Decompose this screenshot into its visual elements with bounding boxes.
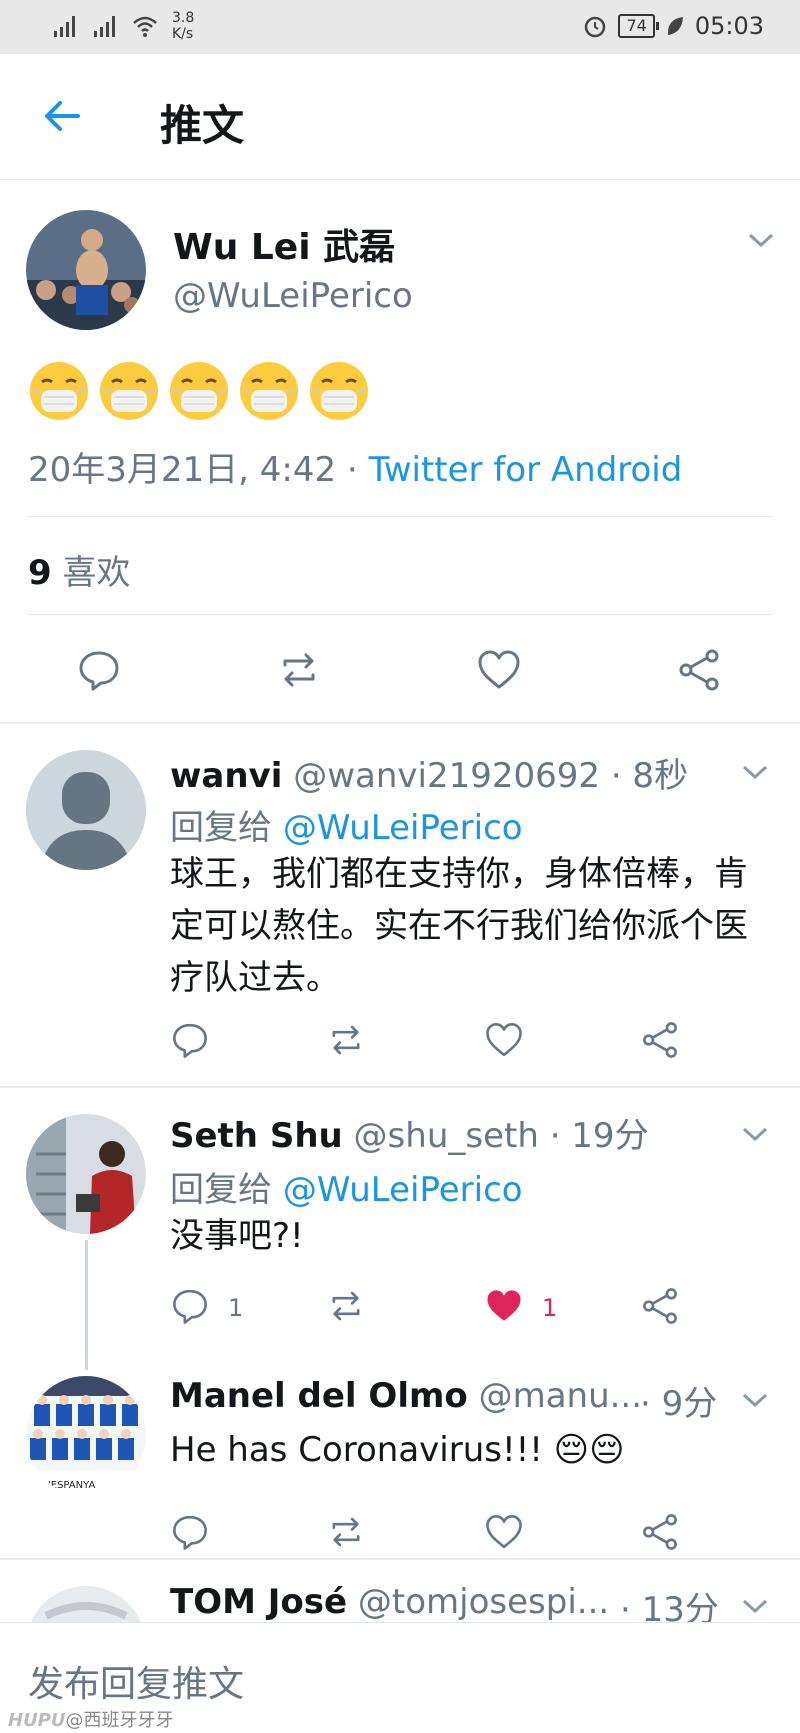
face-with-mask-emoji bbox=[170, 362, 228, 420]
reply-to-label: 回复给 bbox=[170, 808, 283, 848]
reply-to-mention[interactable]: @WuLeiPerico bbox=[283, 808, 523, 848]
reply-time: · 13分 bbox=[620, 1590, 719, 1622]
retweet-icon[interactable] bbox=[276, 647, 322, 693]
chevron-down-icon[interactable] bbox=[746, 230, 776, 250]
default-avatar[interactable] bbox=[26, 750, 146, 870]
liked-heart-icon[interactable] bbox=[484, 1286, 524, 1326]
reply-text: He has Coronavirus!!! 😔😔 bbox=[170, 1430, 625, 1470]
face-with-mask-emoji bbox=[30, 362, 88, 420]
likes-label: 喜欢 bbox=[51, 553, 131, 593]
reply-author-name[interactable]: Manel del Olmo bbox=[170, 1376, 468, 1416]
reply-tweet[interactable]: TOM José @tomjosespi... · 13分 bbox=[0, 1560, 800, 1622]
reply-icon[interactable] bbox=[170, 1286, 210, 1326]
share-icon[interactable] bbox=[676, 647, 722, 693]
reply-text: 没事吧?! bbox=[170, 1216, 304, 1256]
author-name[interactable]: Wu Lei 武磊 bbox=[173, 218, 395, 270]
author-handle[interactable]: @WuLeiPerico bbox=[173, 276, 413, 316]
share-icon[interactable] bbox=[640, 1286, 680, 1326]
reply-icon[interactable] bbox=[170, 1020, 210, 1060]
reply-avatar[interactable] bbox=[26, 1114, 146, 1234]
reply-header: Manel del Olmo @manu... bbox=[170, 1376, 642, 1416]
tweet-meta: 20年3月21日, 4:42 · Twitter for Android bbox=[28, 442, 682, 491]
chevron-down-icon[interactable] bbox=[740, 762, 770, 782]
reply-author-handle[interactable]: @manu... bbox=[468, 1376, 643, 1416]
divider bbox=[28, 516, 772, 517]
reply-time: · 9分 bbox=[640, 1384, 718, 1424]
reply-icon[interactable] bbox=[170, 1512, 210, 1552]
divider bbox=[28, 614, 772, 615]
reply-compose-placeholder[interactable]: 发布回复推文 bbox=[28, 1655, 244, 1707]
leaf-icon bbox=[667, 17, 683, 35]
retweet-icon[interactable] bbox=[326, 1286, 366, 1326]
alarm-icon bbox=[585, 16, 606, 38]
divider bbox=[0, 722, 800, 724]
network-speed: 3.8 K/s bbox=[172, 10, 194, 42]
reply-author-handle[interactable]: @tomjosespi... bbox=[347, 1582, 609, 1622]
author-avatar[interactable] bbox=[26, 210, 146, 330]
svg-text:'ESPANYA: 'ESPANYA bbox=[48, 1480, 95, 1491]
clock-time: 05:03 bbox=[694, 12, 764, 40]
network-speed-value: 3.8 bbox=[172, 10, 195, 26]
reply-to-mention[interactable]: @WuLeiPerico bbox=[283, 1170, 523, 1210]
share-icon[interactable] bbox=[640, 1512, 680, 1552]
reply-author-name[interactable]: wanvi bbox=[170, 756, 282, 796]
battery-level: 74 bbox=[618, 14, 660, 38]
reply-avatar[interactable] bbox=[26, 1586, 146, 1622]
reply-to-label: 回复给 bbox=[170, 1170, 283, 1210]
reply-author-name[interactable]: TOM José bbox=[170, 1582, 347, 1622]
signal-roaming-icon bbox=[94, 16, 115, 37]
status-bar: 3.8 K/s 74 05:03 bbox=[0, 0, 800, 54]
reply-author-handle[interactable]: @shu_seth · 19分 bbox=[343, 1116, 649, 1156]
like-heart-icon[interactable] bbox=[484, 1020, 524, 1060]
network-speed-unit: K/s bbox=[172, 26, 194, 42]
face-with-mask-emoji bbox=[100, 362, 158, 420]
like-heart-icon[interactable] bbox=[476, 647, 522, 693]
reply-count: 1 bbox=[228, 1294, 244, 1322]
chevron-down-icon[interactable] bbox=[740, 1390, 770, 1410]
divider bbox=[0, 1086, 800, 1088]
reply-author-handle[interactable]: @wanvi21920692 · 8秒 bbox=[282, 756, 688, 796]
reply-to-line: 回复给 @WuLeiPerico bbox=[170, 800, 523, 849]
signal-icon bbox=[54, 16, 75, 37]
reply-icon[interactable] bbox=[76, 647, 122, 693]
tweet-content bbox=[28, 360, 370, 422]
retweet-icon[interactable] bbox=[326, 1512, 366, 1552]
reply-to-line: 回复给 @WuLeiPerico bbox=[170, 1162, 523, 1211]
retweet-icon[interactable] bbox=[326, 1020, 366, 1060]
like-heart-icon[interactable] bbox=[484, 1512, 524, 1552]
page-title: 推文 bbox=[160, 101, 245, 150]
chevron-down-icon[interactable] bbox=[740, 1596, 770, 1616]
chevron-down-icon[interactable] bbox=[740, 1124, 770, 1144]
watermark: HUPU@西班牙牙牙 bbox=[8, 1706, 174, 1732]
reply-header: wanvi @wanvi21920692 · 8秒 bbox=[170, 748, 688, 797]
wifi-icon bbox=[133, 16, 157, 37]
share-icon[interactable] bbox=[640, 1020, 680, 1060]
reply-avatar[interactable]: 'ESPANYA bbox=[26, 1376, 146, 1496]
app-bar: 推文 bbox=[0, 54, 800, 180]
like-count: 1 bbox=[542, 1294, 558, 1322]
thread-line bbox=[85, 1240, 88, 1370]
reply-text: 球王，我们都在支持你，身体倍棒，肯定可以熬住。实在不行我们给你派个医疗队过去。 bbox=[170, 854, 748, 998]
tweet-source-link[interactable]: Twitter for Android bbox=[369, 450, 683, 490]
likes-summary[interactable]: 9 喜欢 bbox=[28, 545, 130, 594]
likes-count: 9 bbox=[28, 553, 52, 593]
reply-header: TOM José @tomjosespi... bbox=[170, 1582, 609, 1622]
watermark-brand: HUPU bbox=[8, 1710, 66, 1731]
reply-author-name[interactable]: Seth Shu bbox=[170, 1116, 343, 1156]
face-with-mask-emoji bbox=[240, 362, 298, 420]
reply-header: Seth Shu @shu_seth · 19分 bbox=[170, 1108, 649, 1157]
back-arrow-icon[interactable] bbox=[40, 94, 84, 138]
tweet-date: 20年3月21日, 4:42 · bbox=[28, 450, 369, 490]
watermark-text: @西班牙牙牙 bbox=[65, 1710, 174, 1731]
face-with-mask-emoji bbox=[310, 362, 368, 420]
